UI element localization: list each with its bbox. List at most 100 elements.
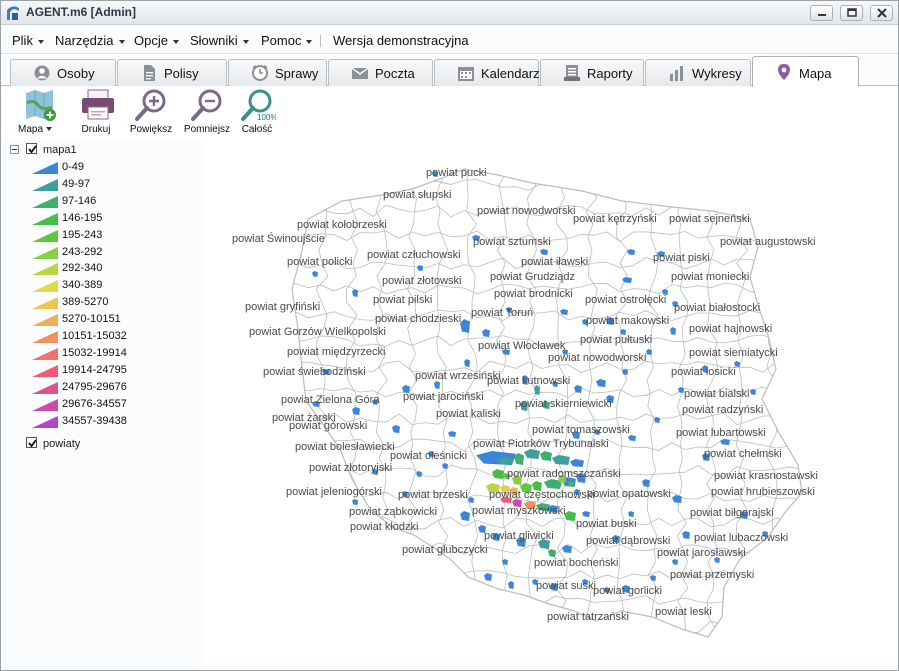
- county-label: powiat przemyski: [670, 569, 754, 581]
- menu-opcje[interactable]: Opcje: [134, 33, 179, 48]
- county-label: powiat pilski: [373, 294, 432, 306]
- data-region[interactable]: [562, 545, 572, 553]
- data-region[interactable]: [574, 385, 582, 393]
- data-region[interactable]: [650, 575, 656, 581]
- data-region[interactable]: [482, 329, 490, 337]
- county-label: powiat brodnicki: [494, 288, 573, 300]
- data-region[interactable]: [312, 271, 318, 277]
- county-label: powiat biłgorajski: [690, 507, 774, 519]
- chevron-down-icon: [46, 127, 52, 132]
- county-label: powiat hrubieszowski: [711, 486, 815, 498]
- county-label: powiat bolesławiecki: [295, 441, 395, 453]
- menu-slowniki[interactable]: Słowniki: [190, 33, 249, 48]
- county-label: powiat nowodworski: [548, 352, 646, 364]
- data-region[interactable]: [464, 359, 470, 367]
- data-region[interactable]: [352, 499, 358, 505]
- county-label: powiat jarociński: [403, 391, 484, 403]
- data-region[interactable]: [460, 511, 470, 521]
- legend-label: 0-49: [62, 161, 85, 173]
- layer-powiaty-label: powiaty: [43, 438, 81, 450]
- data-region[interactable]: [582, 511, 590, 517]
- legend-label: 340-389: [62, 279, 103, 292]
- data-region[interactable]: [654, 417, 660, 423]
- data-region[interactable]: [560, 309, 568, 315]
- data-region[interactable]: [552, 455, 570, 465]
- tab-raporty[interactable]: Raporty: [540, 59, 644, 86]
- county-label: powiat leski: [655, 606, 712, 618]
- map-canvas[interactable]: powiat pucki powiat słupski powiat nowodwo…: [202, 139, 897, 669]
- data-region[interactable]: [448, 431, 456, 437]
- county-label: powiat radomszczański: [507, 468, 621, 480]
- data-region[interactable]: [672, 495, 682, 503]
- menu-pomoc[interactable]: Pomoc: [261, 33, 313, 48]
- tab-polisy[interactable]: Polisy: [117, 59, 227, 86]
- minimize-button[interactable]: [810, 5, 833, 21]
- data-region[interactable]: [442, 463, 448, 469]
- county-label: powiat gliwicki: [484, 530, 554, 542]
- data-region[interactable]: [524, 449, 540, 459]
- layer-tree: mapa1 0-49 49-97 97-146 146-195 195-243 243-2…: [2, 139, 202, 459]
- data-region[interactable]: [596, 379, 606, 387]
- county-label: powiat Grudziądz: [490, 271, 575, 283]
- legend-swatch: [32, 297, 58, 310]
- tab-sprawy[interactable]: Sprawy: [228, 59, 327, 86]
- data-region[interactable]: [564, 511, 576, 521]
- county-border: [292, 620, 802, 634]
- data-region[interactable]: [352, 289, 358, 297]
- menu-narzedzia-label: Narzędzia: [55, 33, 114, 48]
- data-region[interactable]: [672, 559, 678, 565]
- tab-kalendarz[interactable]: Kalendarz: [434, 59, 540, 86]
- county-label: powiat chełmski: [704, 448, 782, 460]
- layer-mapa1-checkbox[interactable]: [26, 143, 37, 154]
- zoom-in-button[interactable]: Powiększ: [126, 89, 176, 139]
- county-label: powiat hajnowski: [689, 323, 772, 335]
- data-region[interactable]: [570, 459, 584, 467]
- zoom-fit-button[interactable]: 100% Całość: [238, 89, 278, 139]
- close-button[interactable]: [870, 5, 893, 21]
- data-region[interactable]: [682, 531, 690, 539]
- map-menu-button[interactable]: Mapa: [10, 89, 60, 139]
- county-label: powiat brzeski: [398, 489, 468, 501]
- data-region[interactable]: [628, 511, 634, 517]
- data-region[interactable]: [622, 277, 632, 283]
- county-label: powiat częstochowski: [489, 489, 595, 501]
- tab-poczta[interactable]: Poczta: [328, 59, 433, 86]
- county-label: powiat kłodzki: [350, 521, 418, 533]
- legend-swatch: [32, 229, 58, 242]
- tab-wykresy-label: Wykresy: [692, 66, 742, 81]
- data-region[interactable]: [492, 469, 504, 479]
- menu-plik[interactable]: Plik: [12, 33, 44, 48]
- data-region[interactable]: [434, 381, 440, 389]
- data-region[interactable]: [642, 479, 650, 487]
- menu-narzedzia[interactable]: Narzędzia: [55, 33, 125, 48]
- title-bar[interactable]: AGENT.m6 [Admin]: [1, 1, 898, 25]
- report-icon: [564, 65, 580, 81]
- tab-poczta-label: Poczta: [375, 66, 415, 81]
- county-label: powiat tomaszowski: [532, 424, 630, 436]
- county-label: powiat augustowski: [720, 236, 815, 248]
- data-region[interactable]: [508, 581, 514, 589]
- data-region[interactable]: [484, 573, 492, 581]
- maximize-button[interactable]: [840, 5, 863, 21]
- tab-mapa[interactable]: Mapa: [752, 56, 859, 87]
- county-label: powiat łosicki: [671, 366, 736, 378]
- data-region[interactable]: [540, 249, 548, 255]
- poland-county-map[interactable]: powiat pucki powiat słupski powiat nowodwo…: [202, 139, 897, 669]
- legend-label: 34557-39438: [62, 414, 127, 427]
- data-region[interactable]: [417, 265, 423, 271]
- county-border: [646, 169, 659, 637]
- data-region[interactable]: [540, 451, 552, 461]
- checkmark-icon: [28, 439, 37, 448]
- map-menu-text: Mapa: [17, 124, 43, 135]
- data-region[interactable]: [392, 425, 400, 433]
- data-region[interactable]: [646, 349, 652, 355]
- collapse-icon[interactable]: [10, 145, 19, 154]
- data-region[interactable]: [352, 407, 360, 415]
- tab-osoby[interactable]: Osoby: [10, 59, 116, 86]
- layer-powiaty-checkbox[interactable]: [26, 437, 37, 448]
- data-region[interactable]: [460, 319, 470, 333]
- data-region[interactable]: [670, 327, 676, 335]
- county-label: powiat skierniewicki: [515, 398, 612, 410]
- tab-wykresy[interactable]: Wykresy: [645, 59, 751, 86]
- legend-label: 389-5270: [62, 296, 109, 309]
